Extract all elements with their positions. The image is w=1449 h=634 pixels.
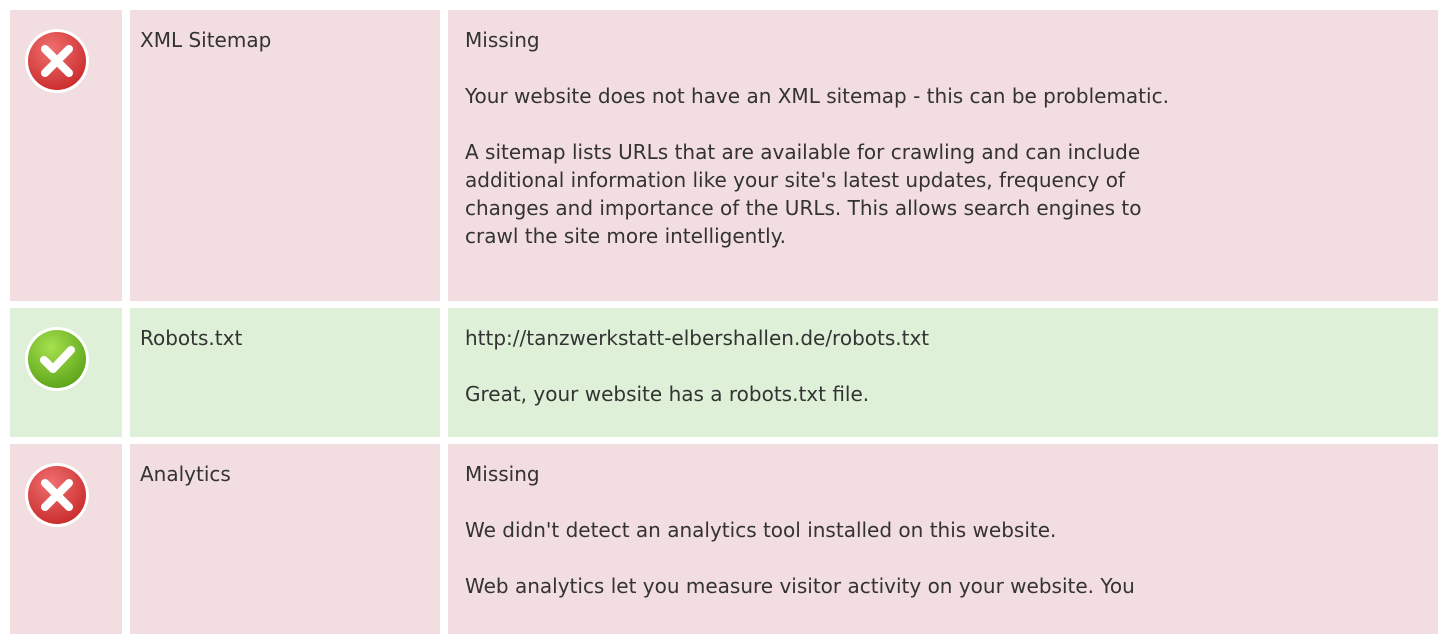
success-check-icon <box>25 327 89 391</box>
status-cell <box>10 444 122 634</box>
result-status: Missing <box>465 462 540 486</box>
check-result: Missing Your website does not have an XM… <box>448 10 1438 301</box>
result-summary: Great, your website has a robots.txt fil… <box>465 382 870 406</box>
result-summary: We didn't detect an analytics tool insta… <box>465 518 1057 542</box>
result-description: Web analytics let you measure visitor ac… <box>465 574 1135 598</box>
check-result: http://tanzwerkstatt-elbershallen.de/rob… <box>448 308 1438 437</box>
error-x-icon <box>25 29 89 93</box>
seo-check-list: XML Sitemap Missing Your website does no… <box>0 0 1449 634</box>
check-name: Robots.txt <box>130 308 440 437</box>
check-result: Missing We didn't detect an analytics to… <box>448 444 1438 634</box>
result-url: http://tanzwerkstatt-elbershallen.de/rob… <box>465 326 930 350</box>
result-status: Missing <box>465 28 540 52</box>
check-row-robots-txt: Robots.txt http://tanzwerkstatt-elbersha… <box>0 308 1449 437</box>
result-description: A sitemap lists URLs that are available … <box>465 140 1142 248</box>
result-summary: Your website does not have an XML sitema… <box>465 84 1169 108</box>
status-cell <box>10 10 122 301</box>
error-x-icon <box>25 463 89 527</box>
check-name: XML Sitemap <box>130 10 440 301</box>
status-cell <box>10 308 122 437</box>
check-row-xml-sitemap: XML Sitemap Missing Your website does no… <box>0 10 1449 301</box>
check-row-analytics: Analytics Missing We didn't detect an an… <box>0 444 1449 634</box>
check-name: Analytics <box>130 444 440 634</box>
